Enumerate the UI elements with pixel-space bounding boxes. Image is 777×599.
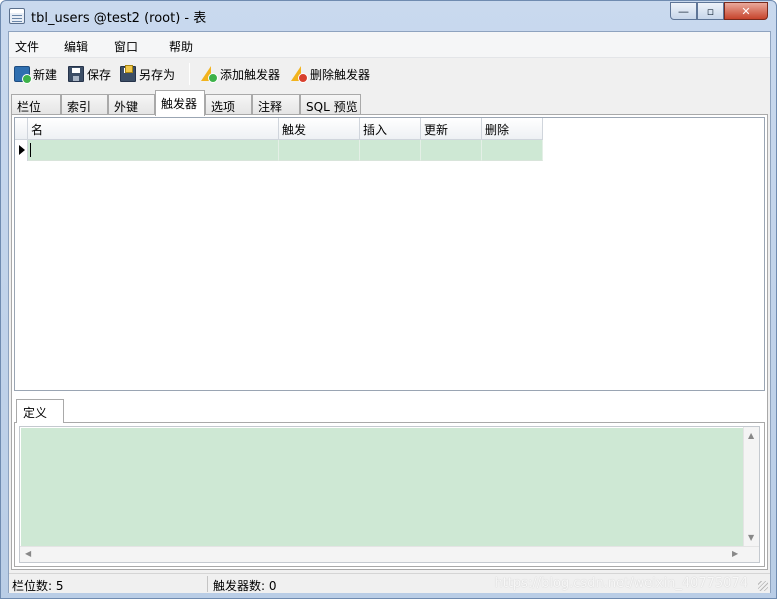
add-trigger-button[interactable]: 添加触发器 [201, 65, 280, 83]
window-controls: — ▫ ✕ [670, 2, 768, 20]
scroll-left-icon[interactable]: ◀ [25, 550, 31, 558]
cell-insert[interactable] [360, 140, 421, 161]
delete-trigger-button[interactable]: 删除触发器 [291, 65, 370, 83]
delete-trigger-label: 删除触发器 [310, 67, 371, 82]
column-header-update[interactable]: 更新 [421, 118, 482, 140]
horizontal-scrollbar[interactable]: ◀ ▶ [20, 546, 759, 562]
vertical-scrollbar[interactable]: ▲ ▼ [743, 427, 759, 546]
tab-fields[interactable]: 栏位 [11, 94, 61, 115]
menu-file[interactable]: 文件 [15, 38, 39, 55]
menu-window[interactable]: 窗口 [114, 38, 138, 55]
scroll-right-icon[interactable]: ▶ [732, 550, 738, 558]
text-caret [30, 143, 31, 157]
current-row-indicator-icon [15, 140, 28, 161]
tab-sql-preview[interactable]: SQL 预览 [300, 94, 361, 115]
menu-help[interactable]: 帮助 [169, 38, 193, 55]
cell-update[interactable] [421, 140, 482, 161]
save-button[interactable]: 保存 [68, 65, 111, 83]
definition-text[interactable] [21, 428, 744, 546]
status-field-count: 栏位数: 5 [12, 579, 64, 593]
scroll-up-icon[interactable]: ▲ [748, 432, 754, 440]
save-as-button[interactable]: 另存为 [120, 65, 175, 83]
table-row[interactable] [15, 140, 543, 161]
status-trigger-count: 触发器数: 0 [213, 579, 277, 593]
watermark-text: https://blog.csdn.net/weixin_40775074 [494, 576, 748, 591]
scroll-down-icon[interactable]: ▼ [748, 534, 754, 542]
table-window-icon [9, 8, 25, 24]
triggers-grid: 名 触发 插入 更新 删除 [14, 117, 765, 391]
save-label: 保存 [87, 67, 112, 82]
definition-tab-strip: 定义 [14, 397, 765, 424]
tab-definition[interactable]: 定义 [16, 399, 64, 424]
main-window: tbl_users @test2 (root) - 表 — ▫ ✕ 文件 编辑 … [0, 0, 777, 599]
close-button[interactable]: ✕ [724, 2, 768, 20]
cell-fire[interactable] [279, 140, 360, 161]
toolbar: 新建 保存 另存为 添加触发器 删除触发器 [9, 59, 770, 89]
grid-header: 名 触发 插入 更新 删除 [15, 118, 543, 140]
new-button[interactable]: 新建 [14, 65, 58, 84]
status-divider [207, 576, 208, 592]
column-header-insert[interactable]: 插入 [360, 118, 421, 140]
triggers-panel: 名 触发 插入 更新 删除 定义 ▲ ▼ ◀ ▶ [11, 114, 768, 570]
column-header-fire[interactable]: 触发 [279, 118, 360, 140]
tab-foreign-keys[interactable]: 外键 [108, 94, 155, 115]
cell-delete[interactable] [482, 140, 543, 161]
maximize-button[interactable]: ▫ [697, 2, 724, 20]
toolbar-separator [189, 63, 190, 85]
menu-edit[interactable]: 编辑 [64, 38, 88, 55]
column-header-delete[interactable]: 删除 [482, 118, 543, 140]
status-bar: 栏位数: 5 触发器数: 0 https://blog.csdn.net/wei… [9, 573, 770, 593]
add-trigger-icon [201, 66, 218, 83]
delete-trigger-icon [291, 66, 308, 83]
save-as-label: 另存为 [139, 67, 176, 82]
save-as-icon [120, 65, 136, 82]
save-icon [68, 66, 84, 82]
grid-corner [15, 118, 28, 140]
menu-bar: 文件 编辑 窗口 帮助 [9, 32, 770, 58]
resize-grip-icon[interactable] [758, 581, 768, 591]
column-header-name[interactable]: 名 [28, 118, 279, 140]
add-trigger-label: 添加触发器 [220, 67, 281, 82]
definition-area: ▲ ▼ ◀ ▶ [14, 423, 765, 567]
tab-comments[interactable]: 注释 [252, 94, 300, 115]
window-title: tbl_users @test2 (root) - 表 [31, 11, 207, 26]
tab-triggers[interactable]: 触发器 [155, 90, 205, 116]
cell-name[interactable] [28, 140, 279, 161]
new-table-icon [14, 66, 32, 84]
title-bar[interactable]: tbl_users @test2 (root) - 表 — ▫ ✕ [1, 1, 776, 31]
tab-options[interactable]: 选项 [205, 94, 252, 115]
new-label: 新建 [33, 67, 58, 82]
tab-strip: 栏位 索引 外键 触发器 选项 注释 SQL 预览 [9, 90, 770, 116]
minimize-button[interactable]: — [670, 2, 697, 20]
client-area: 文件 编辑 窗口 帮助 新建 保存 另存为 添加触发器 删除触发器 栏位 索引 … [8, 31, 771, 593]
tab-indexes[interactable]: 索引 [61, 94, 108, 115]
definition-editor[interactable]: ▲ ▼ ◀ ▶ [19, 426, 760, 563]
